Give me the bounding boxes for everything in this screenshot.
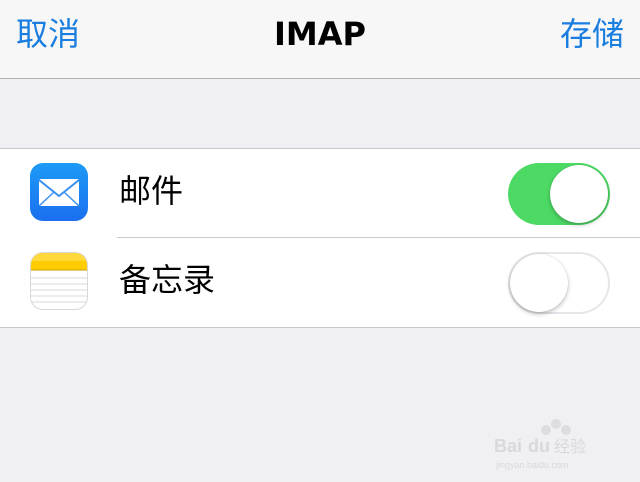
svg-text:经验: 经验: [554, 437, 586, 456]
save-button[interactable]: 存储: [560, 14, 624, 54]
svg-text:Bai: Bai: [494, 436, 522, 456]
svg-text:du: du: [528, 436, 550, 456]
navigation-bar: 取消 IMAP 存储: [0, 0, 640, 79]
notes-icon: [30, 252, 88, 310]
notes-label: 备忘录: [119, 261, 216, 299]
mail-toggle[interactable]: [508, 163, 610, 225]
mail-label: 邮件: [119, 172, 184, 210]
setting-row-mail[interactable]: 邮件: [0, 149, 640, 238]
mail-icon: [30, 163, 88, 221]
toggle-knob: [550, 165, 608, 223]
baidu-jingyan-watermark: Bai du 经验 jingyan.baidu.com: [490, 412, 610, 472]
notes-toggle[interactable]: [508, 252, 610, 314]
svg-text:jingyan.baidu.com: jingyan.baidu.com: [495, 460, 569, 470]
page-title: IMAP: [274, 15, 366, 53]
imap-sync-settings-group: 邮件 备忘录: [0, 148, 640, 328]
setting-row-notes[interactable]: 备忘录: [0, 238, 640, 327]
toggle-knob: [510, 254, 568, 312]
